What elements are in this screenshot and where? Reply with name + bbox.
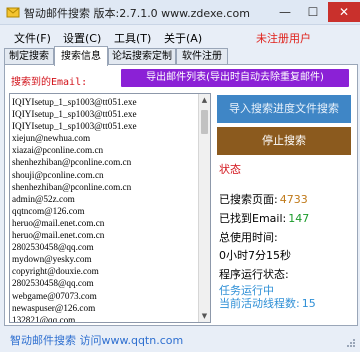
email-list-item[interactable]: shenhezhiban@pconline.com.cn — [12, 156, 196, 168]
email-list-item[interactable]: IQIYIsetup_1_sp1003@tt051.exe — [12, 96, 196, 108]
tab-search-info[interactable]: 搜索信息 — [54, 46, 108, 66]
run-state-label: 程序运行状态: — [219, 268, 289, 281]
email-list-item[interactable]: copyright@douxie.com — [12, 265, 196, 277]
total-time-value: 0小时7分15秒 — [219, 249, 291, 262]
menu-bar: 文件(F) 设置(C) 工具(T) 关于(A) 未注册用户 — [0, 26, 360, 46]
scroll-thumb[interactable] — [201, 110, 208, 134]
tab-registration[interactable]: 软件注册 — [176, 48, 228, 65]
resize-grip-icon[interactable] — [346, 338, 356, 348]
total-time-label: 总使用时间: — [219, 231, 278, 244]
window-title: 智动邮件搜索 版本:2.7.1.0 www.zdexe.com — [24, 7, 250, 20]
pages-searched-stat: 已搜索页面: 4733 — [219, 191, 308, 207]
email-list-item[interactable]: IQIYIsetup_1_sp1003@tt051.exe — [12, 108, 196, 120]
email-list-item[interactable]: IQIYIsetup_1_sp1003@tt051.exe — [12, 120, 196, 132]
stop-search-button[interactable]: 停止搜索 — [217, 127, 351, 155]
scroll-up-icon[interactable]: ▲ — [199, 94, 210, 106]
footer-link[interactable]: 智动邮件搜索 访问www.qqtn.com — [10, 332, 183, 348]
email-list-item[interactable]: xiazai@pconline.com.cn — [12, 144, 196, 156]
found-emails-label: 搜索到的Email: — [11, 77, 88, 88]
email-list-item[interactable]: 132821@qq.com — [12, 314, 196, 322]
pages-searched-label: 已搜索页面: — [219, 193, 278, 206]
minimize-button[interactable]: — — [272, 2, 298, 22]
scroll-down-icon[interactable]: ▼ — [199, 310, 210, 322]
menu-settings[interactable]: 设置(C) — [63, 30, 101, 46]
email-list-item[interactable]: qqtncom@126.com — [12, 205, 196, 217]
email-list-item[interactable]: 2802530458@qq.com — [12, 241, 196, 253]
email-list-item[interactable]: heruo@mail.enet.com.cn — [12, 217, 196, 229]
search-info-panel: 搜索到的Email: 导出邮件列表(导出时自动去除重复邮件) IQIYIsetu… — [4, 64, 358, 326]
email-list-item[interactable]: 2802530458@qq.com — [12, 277, 196, 289]
email-list-item[interactable]: shouji@pconline.com.cn — [12, 169, 196, 181]
active-threads-stat: 当前活动线程数: 15 — [219, 295, 316, 311]
emails-found-stat: 已找到Email: 147 — [219, 210, 309, 226]
unregistered-user-label: 未注册用户 — [256, 32, 311, 45]
emails-found-value: 147 — [288, 212, 310, 225]
menu-tools[interactable]: 工具(T) — [114, 30, 151, 46]
active-threads-value: 15 — [301, 297, 316, 310]
title-bar: 智动邮件搜索 版本:2.7.1.0 www.zdexe.com — ☐ ✕ — [0, 0, 360, 25]
import-progress-search-button[interactable]: 导入搜索进度文件搜索 — [217, 95, 351, 123]
email-list: IQIYIsetup_1_sp1003@tt051.exe IQIYIsetup_… — [12, 96, 196, 322]
maximize-button[interactable]: ☐ — [300, 2, 326, 22]
email-list-item[interactable]: mydown@yesky.com — [12, 253, 196, 265]
pages-searched-value: 4733 — [279, 193, 308, 206]
email-list-item[interactable]: shenhezhiban@pconline.com.cn — [12, 181, 196, 193]
email-list-item[interactable]: xiejun@newhua.com — [12, 132, 196, 144]
email-list-item[interactable]: newaspuser@126.com — [12, 302, 196, 314]
vertical-scrollbar[interactable]: ▲ ▼ — [198, 94, 210, 322]
menu-about[interactable]: 关于(A) — [164, 30, 202, 46]
app-icon — [6, 7, 20, 18]
active-threads-label: 当前活动线程数: — [219, 297, 300, 310]
status-label: 状态 — [219, 163, 241, 176]
email-listbox[interactable]: IQIYIsetup_1_sp1003@tt051.exe IQIYIsetup_… — [9, 93, 211, 323]
menu-file[interactable]: 文件(F) — [14, 30, 51, 46]
emails-found-label: 已找到Email: — [219, 212, 287, 225]
export-email-list-button[interactable]: 导出邮件列表(导出时自动去除重复邮件) — [121, 69, 349, 87]
tab-custom-search[interactable]: 制定搜索 — [4, 48, 54, 65]
email-list-item[interactable]: admin@52z.com — [12, 193, 196, 205]
tab-forum-search[interactable]: 论坛搜索定制 — [108, 48, 176, 65]
email-list-item[interactable]: heruo@mail.enet.com.cn — [12, 229, 196, 241]
email-list-item[interactable]: webgame@07073.com — [12, 290, 196, 302]
close-button[interactable]: ✕ — [328, 2, 360, 22]
